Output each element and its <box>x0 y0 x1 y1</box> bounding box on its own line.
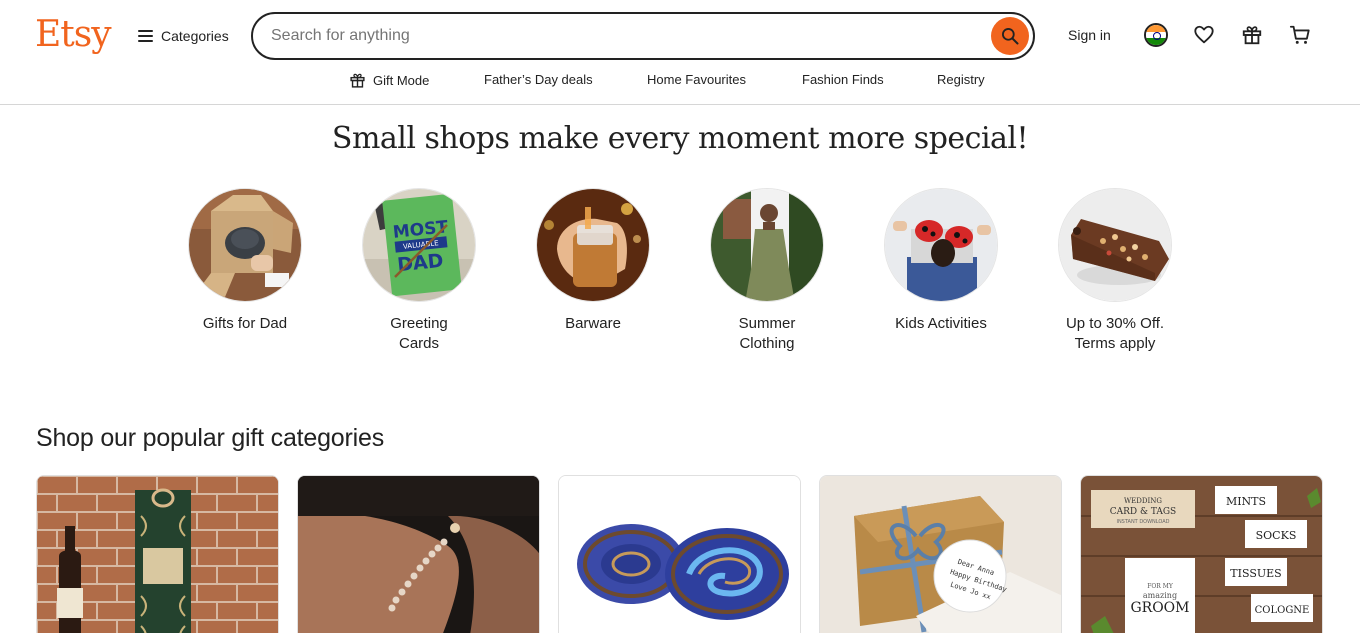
svg-text:GROOM: GROOM <box>1130 600 1189 616</box>
subnav-gift-mode[interactable]: Gift Mode <box>349 72 429 89</box>
gifts-for-dad-image <box>188 188 302 302</box>
summer-clothing-image <box>710 188 824 302</box>
svg-text:MINTS: MINTS <box>1226 495 1266 508</box>
sign-in-link[interactable]: Sign in <box>1068 27 1111 43</box>
svg-text:INSTANT DOWNLOAD: INSTANT DOWNLOAD <box>1116 519 1169 525</box>
greeting-cards-image: MOST VALUABLE DAD <box>362 188 476 302</box>
svg-text:amazing: amazing <box>1143 591 1177 600</box>
svg-text:SOCKS: SOCKS <box>1256 529 1297 542</box>
circle-label: Barware <box>565 315 621 332</box>
gift-box-image: Dear Anna Happy Birthday Love Jo xx <box>820 476 1061 633</box>
wedding-tags-image: WEDDING CARD & TAGS INSTANT DOWNLOAD MIN… <box>1081 476 1322 633</box>
search-button[interactable] <box>991 17 1029 55</box>
circle-label: Kids Activities <box>895 315 987 332</box>
circle-label: Summer Clothing <box>738 315 796 352</box>
wine-box-image <box>37 476 278 633</box>
circle-sale-offer[interactable]: Up to 30% Off. Terms apply <box>1035 188 1195 354</box>
etsy-logo[interactable]: Etsy <box>35 14 112 55</box>
cart-icon <box>1289 25 1310 44</box>
svg-text:COLOGNE: COLOGNE <box>1255 605 1310 616</box>
region-flag-button[interactable] <box>1143 22 1169 48</box>
site-header: Etsy Categories Sign in <box>0 0 1360 105</box>
categories-menu-button[interactable]: Categories <box>138 26 229 46</box>
svg-text:TISSUES: TISSUES <box>1230 567 1281 580</box>
subnav-home-favourites[interactable]: Home Favourites <box>647 72 746 87</box>
heart-icon <box>1194 25 1214 44</box>
category-card-bracelet[interactable] <box>297 475 540 633</box>
search-bar <box>251 12 1035 60</box>
search-input[interactable] <box>271 27 971 45</box>
circle-label: Up to 30% Off. Terms apply <box>1065 315 1165 352</box>
circle-kids-activities[interactable]: Kids Activities <box>861 188 1021 334</box>
search-icon <box>1002 28 1019 45</box>
svg-text:CARD & TAGS: CARD & TAGS <box>1110 507 1176 517</box>
sub-navigation: Gift Mode Father’s Day deals Home Favour… <box>0 72 1360 92</box>
beaded-coasters-image <box>559 476 800 633</box>
category-card-gift-box[interactable]: Dear Anna Happy Birthday Love Jo xx <box>819 475 1062 633</box>
subnav-label: Father’s Day deals <box>484 72 593 87</box>
hero-title: Small shops make every moment more speci… <box>331 121 1029 156</box>
subnav-label: Gift Mode <box>373 73 430 88</box>
subnav-fashion-finds[interactable]: Fashion Finds <box>802 72 884 87</box>
circle-summer-clothing[interactable]: Summer Clothing <box>687 188 847 354</box>
gift-button[interactable] <box>1239 22 1265 48</box>
circle-label: Gifts for Dad <box>202 315 288 332</box>
circle-barware[interactable]: Barware <box>513 188 673 334</box>
subnav-registry[interactable]: Registry <box>937 72 985 87</box>
bracelet-image <box>298 476 539 633</box>
popular-category-cards: Dear Anna Happy Birthday Love Jo xx WEDD… <box>36 475 1326 633</box>
subnav-label: Home Favourites <box>647 72 746 87</box>
popular-gift-categories-title: Shop our popular gift categories <box>36 424 384 452</box>
svg-text:WEDDING: WEDDING <box>1124 497 1162 505</box>
category-card-coasters[interactable] <box>558 475 801 633</box>
sale-offer-image <box>1058 188 1172 302</box>
kids-activities-image <box>884 188 998 302</box>
favorites-button[interactable] <box>1191 22 1217 48</box>
category-card-wedding-tags[interactable]: WEDDING CARD & TAGS INSTANT DOWNLOAD MIN… <box>1080 475 1323 633</box>
categories-label: Categories <box>161 28 229 44</box>
svg-text:FOR MY: FOR MY <box>1147 583 1174 590</box>
hamburger-icon <box>138 30 153 42</box>
subnav-label: Registry <box>937 72 985 87</box>
circle-gifts-for-dad[interactable]: Gifts for Dad <box>165 188 325 334</box>
cart-button[interactable] <box>1287 22 1313 48</box>
circle-label: Greeting Cards <box>390 315 448 352</box>
gift-icon <box>1242 26 1262 45</box>
gift-icon <box>350 73 365 88</box>
circle-greeting-cards[interactable]: MOST VALUABLE DAD Greeting Cards <box>339 188 499 354</box>
india-flag-icon <box>1144 23 1168 47</box>
barware-image <box>536 188 650 302</box>
category-card-wine[interactable] <box>36 475 279 633</box>
subnav-fathers-day-deals[interactable]: Father’s Day deals <box>484 72 593 87</box>
subnav-label: Fashion Finds <box>802 72 884 87</box>
